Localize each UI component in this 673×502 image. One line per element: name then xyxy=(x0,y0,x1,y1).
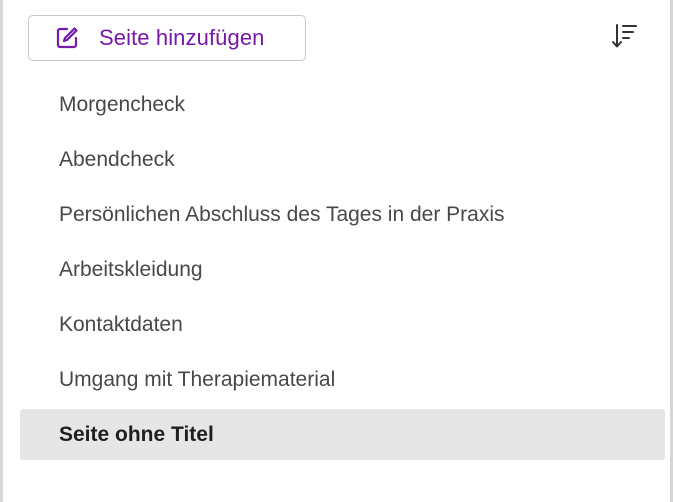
page-title: Arbeitskleidung xyxy=(59,257,203,281)
page-item-therapiematerial[interactable]: Umgang mit Therapiematerial xyxy=(20,352,665,407)
add-page-button[interactable]: Seite hinzufügen xyxy=(28,15,306,61)
page-title: Morgencheck xyxy=(59,92,186,116)
pane-border-left xyxy=(0,0,3,502)
sort-button[interactable] xyxy=(604,20,644,56)
sort-descending-icon xyxy=(609,21,639,56)
page-title: Persönlichen Abschluss des Tages in der … xyxy=(59,202,505,226)
page-item-kontaktdaten[interactable]: Kontaktdaten xyxy=(20,297,665,352)
page-item-abschluss[interactable]: Persönlichen Abschluss des Tages in der … xyxy=(20,187,665,242)
page-title: Seite ohne Titel xyxy=(59,422,214,446)
page-title: Umgang mit Therapiematerial xyxy=(59,367,336,391)
page-item-morgencheck[interactable]: Morgencheck xyxy=(20,77,665,132)
page-item-abendcheck[interactable]: Abendcheck xyxy=(20,132,665,187)
page-item-arbeitskleidung[interactable]: Arbeitskleidung xyxy=(20,242,665,297)
page-item-seite-ohne-titel[interactable]: Seite ohne Titel xyxy=(20,409,665,460)
compose-icon xyxy=(53,24,81,52)
page-title: Kontaktdaten xyxy=(59,312,183,336)
page-title: Abendcheck xyxy=(59,147,175,171)
add-page-label: Seite hinzufügen xyxy=(99,25,265,50)
page-list-pane: Seite hinzufügen Morgencheck Abendcheck … xyxy=(0,0,673,502)
page-list: Morgencheck Abendcheck Persönlichen Absc… xyxy=(20,77,665,460)
